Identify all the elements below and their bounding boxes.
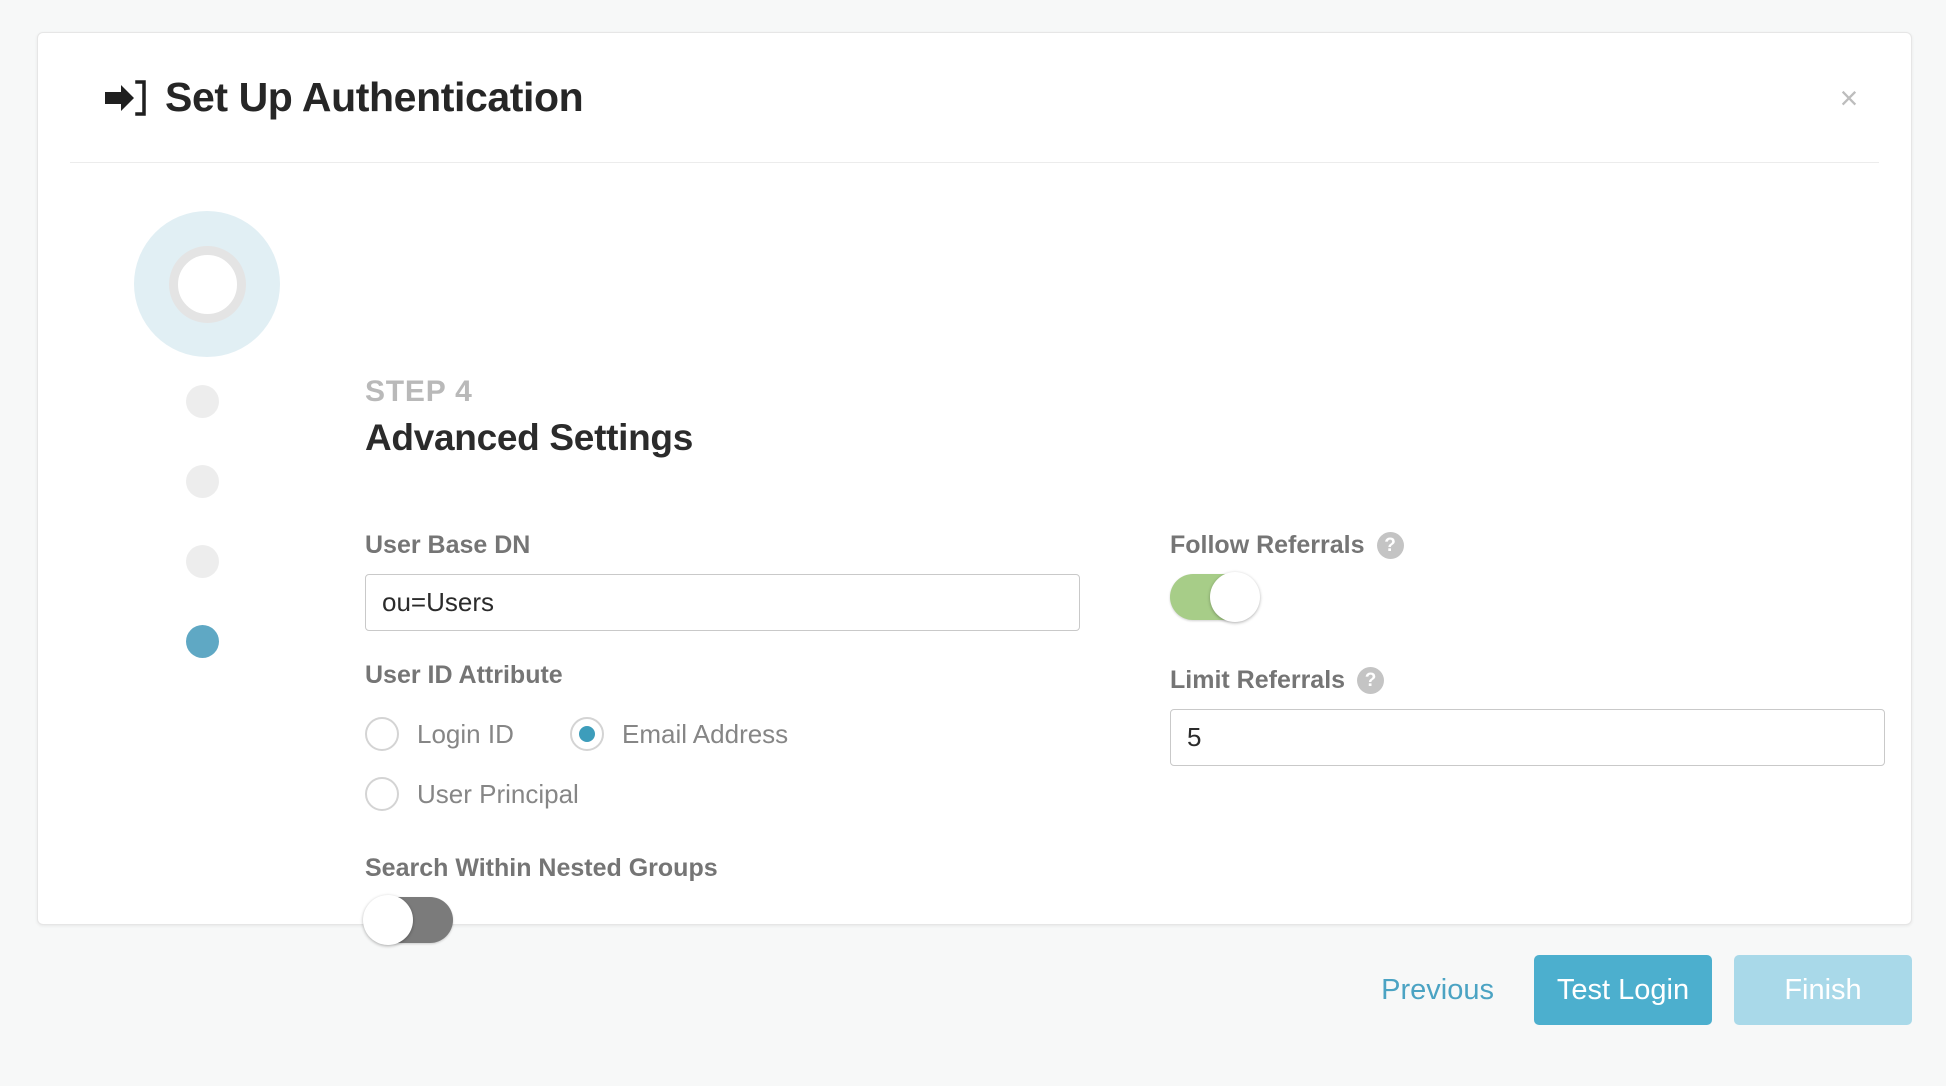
limit-referrals-label-text: Limit Referrals [1170,666,1346,694]
sign-in-arrow-icon [103,78,147,118]
step-dot-4-active[interactable] [186,625,219,658]
limit-referrals-field: Limit Referrals ? [1170,666,1885,766]
radio-option-email-address[interactable]: Email Address [570,717,788,751]
user-base-dn-field: User Base DN [365,531,1080,631]
step-heading: STEP 4 Advanced Settings [365,375,693,459]
search-nested-groups-label: Search Within Nested Groups [365,854,718,882]
dialog-title-row: Set Up Authentication [70,74,584,121]
help-icon-limit-referrals[interactable]: ? [1357,667,1385,694]
radio-mark-email-address [570,717,604,751]
finish-button[interactable]: Finish [1734,955,1912,1025]
dialog-panel: Set Up Authentication × STEP 4 Advanced … [37,32,1912,945]
step-dot-3[interactable] [186,545,219,578]
dialog-header: Set Up Authentication × [70,33,1879,163]
user-base-dn-input[interactable] [365,574,1080,631]
step-dot-2[interactable] [186,465,219,498]
page-title: Set Up Authentication [165,74,584,120]
form-column-left: User Base DN User ID Attribute Login ID [363,531,1080,973]
limit-referrals-input[interactable] [1170,709,1885,766]
step-dot-1[interactable] [186,385,219,418]
radio-row-1: Login ID Email Address [365,704,1080,764]
follow-referrals-field: Follow Referrals ? [1170,531,1885,622]
form-column-right: Follow Referrals ? Limit Referrals ? [1170,531,1885,796]
auth-setup-dialog: Set Up Authentication × STEP 4 Advanced … [37,32,1912,945]
follow-referrals-toggle[interactable] [1170,572,1260,622]
step-eyebrow: STEP 4 [365,375,473,408]
user-base-dn-label: User Base DN [365,531,531,559]
follow-referrals-label-text: Follow Referrals [1170,531,1365,559]
search-nested-groups-toggle[interactable] [363,895,453,945]
radio-option-login-id[interactable]: Login ID [365,717,570,751]
radio-mark-user-principal [365,777,399,811]
dialog-footer: Previous Test Login Finish [37,940,1912,1040]
step-indicator-halo [134,211,280,357]
radio-label-login-id: Login ID [417,718,514,749]
radio-row-2: User Principal [365,764,1080,824]
user-id-attribute-label: User ID Attribute [365,661,563,689]
user-id-attribute-field: User ID Attribute Login ID Email Address [365,661,1080,824]
step-name: Advanced Settings [365,417,693,458]
radio-mark-login-id [365,717,399,751]
radio-label-user-principal: User Principal [417,778,579,809]
toggle-knob [1210,572,1260,622]
step-indicator-ring [168,245,246,323]
test-login-button[interactable]: Test Login [1534,955,1712,1025]
toggle-knob [363,895,413,945]
search-nested-groups-field: Search Within Nested Groups [363,854,1080,945]
dialog-body: STEP 4 Advanced Settings User Base DN Us… [38,163,1911,945]
limit-referrals-label: Limit Referrals ? [1170,666,1885,695]
radio-label-email-address: Email Address [622,718,789,749]
previous-button[interactable]: Previous [1363,974,1512,1007]
close-icon[interactable]: × [1827,76,1871,120]
help-icon-follow-referrals[interactable]: ? [1376,532,1404,559]
user-id-attribute-options: Login ID Email Address User Principal [365,704,1080,824]
radio-option-user-principal[interactable]: User Principal [365,777,579,811]
follow-referrals-label: Follow Referrals ? [1170,531,1885,560]
